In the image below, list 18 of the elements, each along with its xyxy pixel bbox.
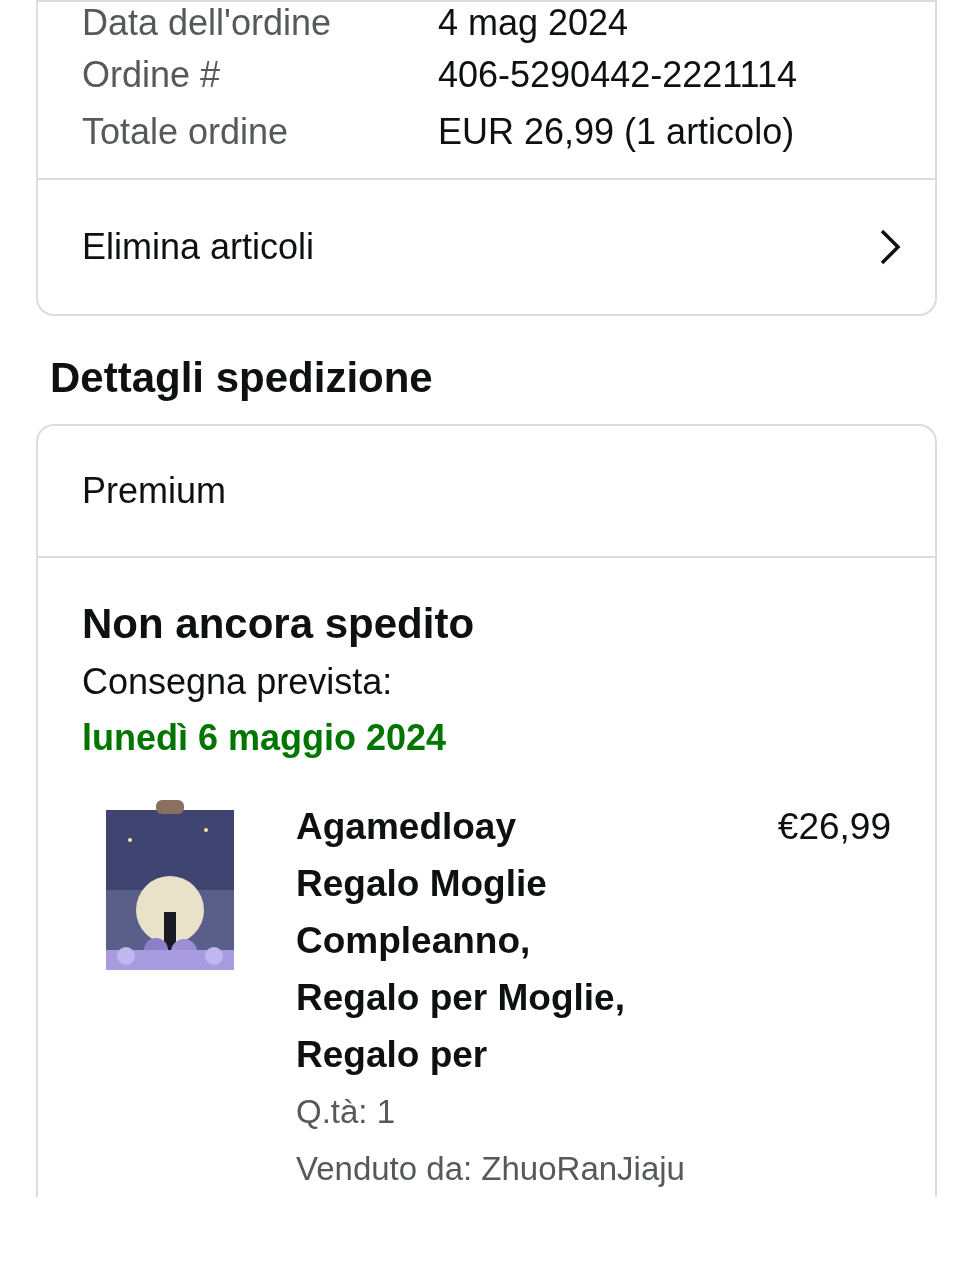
product-price: €26,99	[777, 805, 891, 849]
field-value: 406-5290442-2221114	[438, 53, 797, 96]
field-label: Data dell'ordine	[82, 2, 333, 44]
remove-items-row[interactable]: Elimina articoli	[38, 180, 935, 314]
field-label: Ordine #	[82, 53, 222, 96]
product-title[interactable]: Agamedloay Regalo Moglie Compleanno, Regalo per Moglie, Regalo per	[296, 798, 636, 1083]
row-label: Elimina articoli	[82, 226, 315, 268]
section-heading: Dettagli spedizione	[49, 353, 434, 403]
chevron-right-icon	[879, 228, 901, 266]
field-value: 4 mag 2024	[438, 2, 629, 44]
field-label: Totale ordine	[82, 110, 290, 153]
field-value: EUR 26,99 (1 articolo)	[438, 110, 795, 153]
shipping-service: Premium	[38, 426, 935, 558]
delivery-date: lunedì 6 maggio 2024	[82, 716, 448, 760]
delivery-label: Consegna prevista:	[82, 660, 394, 704]
quantity: Q.tà: 1	[296, 1092, 396, 1132]
shipment-status: Non ancora spedito	[82, 599, 476, 649]
seller: Venduto da: ZhuoRanJiaju	[296, 1149, 685, 1189]
